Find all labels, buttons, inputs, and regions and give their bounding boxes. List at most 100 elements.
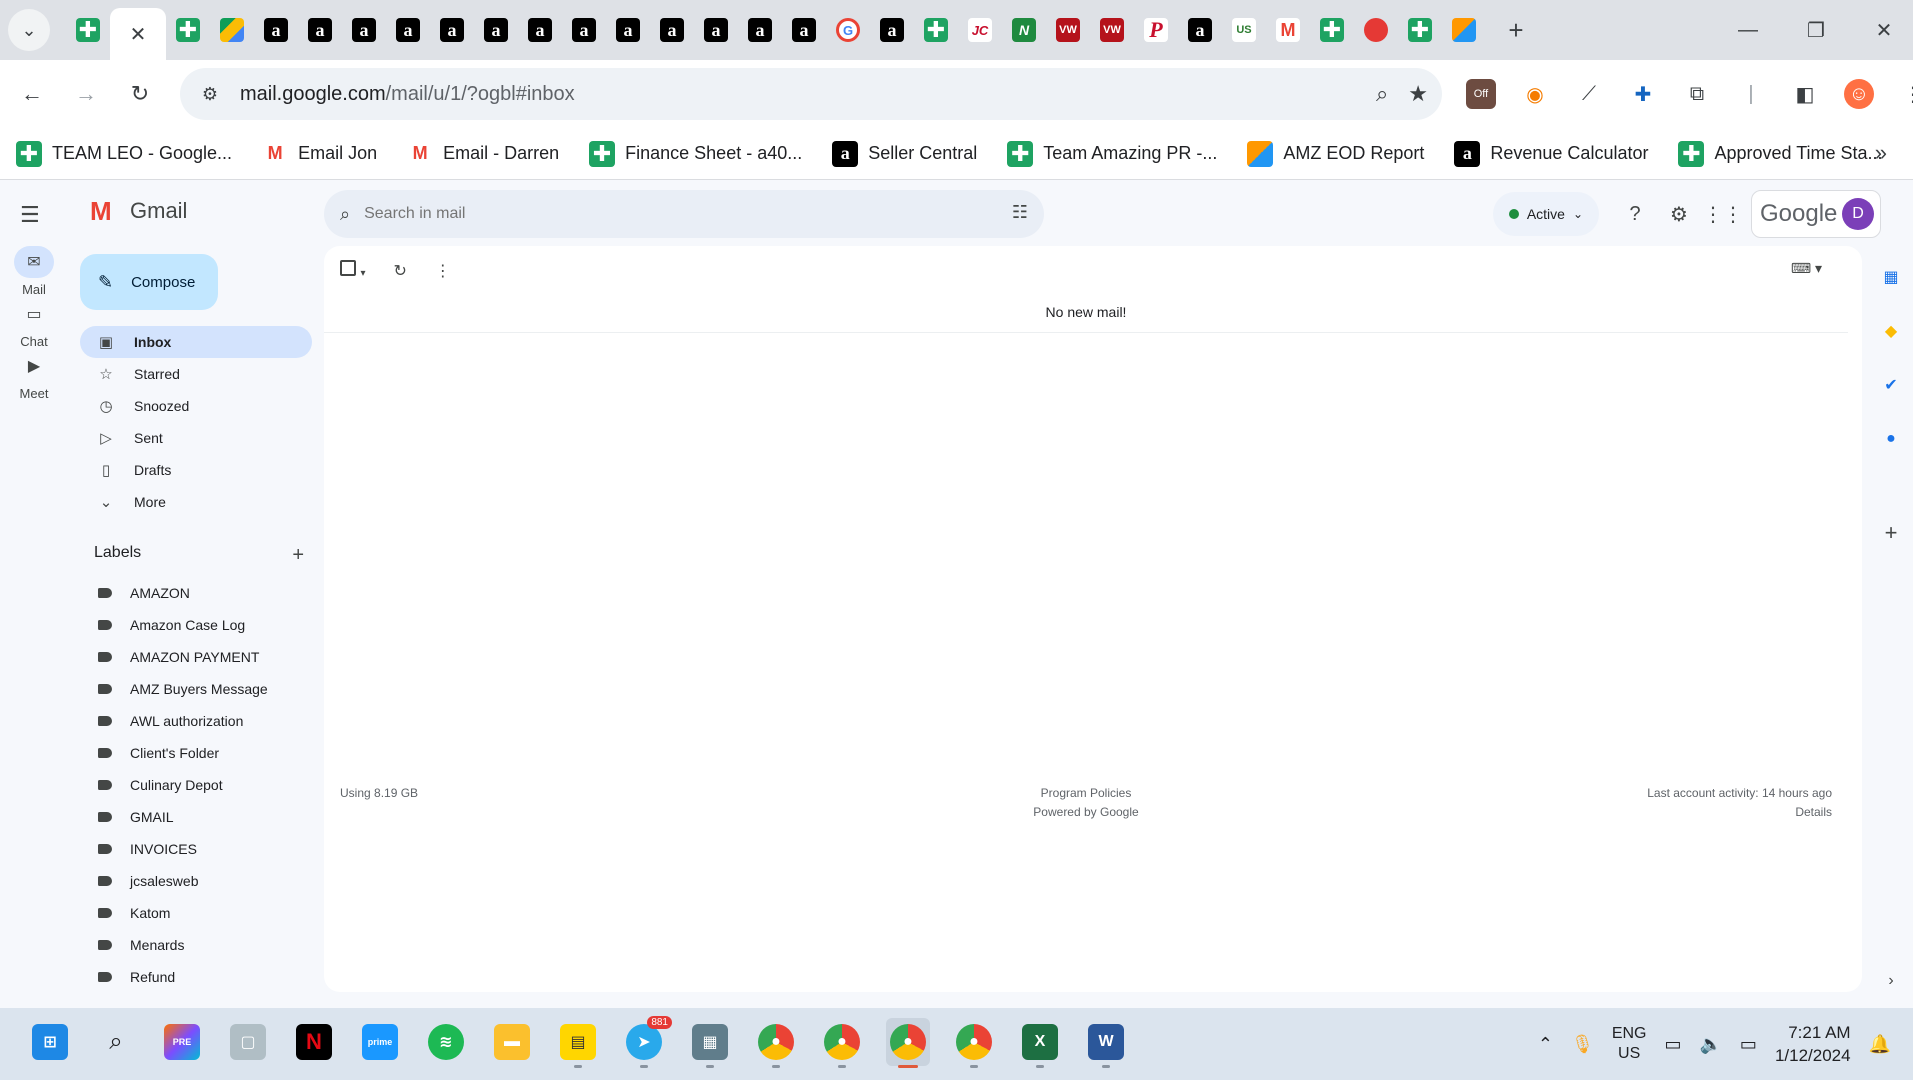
search-icon[interactable]: ⌕	[340, 204, 350, 225]
apps-grid-icon[interactable]: ⋮⋮	[1701, 192, 1745, 236]
browser-tab[interactable]: ✚	[66, 7, 110, 53]
label-item[interactable]: AMAZON PAYMENT	[98, 641, 308, 673]
bookmarks-overflow-icon[interactable]: »	[1875, 140, 1887, 166]
microphone-icon[interactable]: 🎙	[1571, 1034, 1594, 1055]
restore-button[interactable]: ❐	[1782, 0, 1850, 60]
label-item[interactable]: Katom	[98, 897, 308, 929]
search-options-icon[interactable]: ☷	[1012, 202, 1028, 223]
browser-menu-icon[interactable]: ⋮	[1898, 79, 1913, 109]
network-icon[interactable]: ▭	[1664, 1034, 1681, 1055]
address-bar[interactable]: ⚙ mail.google.com/mail/u/1/?ogbl#inbox ⌕…	[180, 68, 1442, 120]
more-options-icon[interactable]: ⋮	[435, 261, 451, 281]
browser-tab[interactable]: a	[474, 7, 518, 53]
puzzle-extensions-icon[interactable]: ⧉	[1682, 79, 1712, 109]
netflix-icon[interactable]: N	[292, 1018, 336, 1066]
pen-extension-icon[interactable]: ⟋	[1574, 79, 1604, 109]
main-menu-icon[interactable]: ☰	[20, 202, 40, 228]
chrome-profile-2-icon[interactable]: ●	[820, 1018, 864, 1068]
browser-tab[interactable]: JC	[958, 7, 1002, 53]
label-item[interactable]: AMZ Buyers Message	[98, 673, 308, 705]
bookmark-item[interactable]: AMZ EOD Report	[1247, 140, 1424, 167]
rail-item-chat[interactable]: ▭ Chat	[0, 298, 68, 349]
browser-tab[interactable]: P	[1134, 7, 1178, 53]
prime-video-icon[interactable]: prime	[358, 1018, 402, 1066]
bookmark-item[interactable]: a Revenue Calculator	[1454, 140, 1648, 167]
contacts-icon[interactable]: ●	[1878, 426, 1904, 452]
bookmark-item[interactable]: ✚ TEAM LEO - Google...	[16, 140, 232, 167]
browser-tab[interactable]: a	[870, 7, 914, 53]
nav-item-more[interactable]: ⌄ More	[80, 486, 312, 518]
account-button[interactable]: Google D	[1751, 190, 1881, 238]
browser-tab[interactable]	[210, 7, 254, 53]
nav-item-sent[interactable]: ▷ Sent	[80, 422, 312, 454]
back-button[interactable]: ←	[10, 72, 54, 116]
nav-item-drafts[interactable]: ▯ Drafts	[80, 454, 312, 486]
excel-icon[interactable]: X	[1018, 1018, 1062, 1068]
close-window-button[interactable]: ✕	[1850, 0, 1913, 60]
label-item[interactable]: Menards	[98, 929, 308, 961]
settings-gear-icon[interactable]: ⚙	[1657, 192, 1701, 236]
browser-tab[interactable]: US	[1222, 7, 1266, 53]
site-info-icon[interactable]: ⚙	[194, 78, 226, 110]
status-button[interactable]: Active ⌄	[1492, 192, 1599, 236]
notification-bell-icon[interactable]: 🔔	[1869, 1034, 1891, 1055]
reload-button[interactable]: ↻	[118, 72, 162, 116]
browser-tab[interactable]: a	[650, 7, 694, 53]
file-explorer-icon[interactable]: ▬	[490, 1018, 534, 1066]
bookmark-item[interactable]: M Email Jon	[262, 140, 377, 167]
help-icon[interactable]: ?	[1613, 192, 1657, 236]
browser-tab[interactable]: a	[606, 7, 650, 53]
search-input[interactable]	[364, 205, 965, 223]
expand-panel-icon[interactable]: ›	[1878, 968, 1904, 994]
browser-tab[interactable]: G	[826, 7, 870, 53]
browser-tab[interactable]: VW	[1046, 7, 1090, 53]
label-item[interactable]: Refund	[98, 961, 308, 993]
start-windows-icon[interactable]: ⊞	[28, 1018, 72, 1066]
bookmark-item[interactable]: ✚ Approved Time Sta...	[1678, 140, 1883, 167]
zoom-icon[interactable]: ⌕	[1376, 81, 1388, 107]
minimize-button[interactable]: —	[1714, 0, 1782, 60]
task-view-icon[interactable]: ▢	[226, 1018, 270, 1066]
new-tab-button[interactable]: +	[1496, 10, 1536, 50]
browser-tab[interactable]: a	[386, 7, 430, 53]
nav-item-snoozed[interactable]: ◷ Snoozed	[80, 390, 312, 422]
browser-tab[interactable]: a	[1178, 7, 1222, 53]
search-taskbar-icon[interactable]: ⌕	[94, 1018, 138, 1066]
browser-tab[interactable]: a	[562, 7, 606, 53]
browser-tab[interactable]: N	[1002, 7, 1046, 53]
label-item[interactable]: jcsalesweb	[98, 865, 308, 897]
bookmark-item[interactable]: ✚ Team Amazing PR -...	[1007, 140, 1217, 167]
browser-tab[interactable]	[1442, 7, 1486, 53]
program-policies-link[interactable]: Program Policies	[324, 786, 1848, 800]
chrome-icon[interactable]: ●	[754, 1018, 798, 1068]
chevron-up-icon[interactable]: ⌃	[1538, 1034, 1553, 1055]
compose-button[interactable]: ✎ Compose	[80, 254, 218, 310]
bookmark-item[interactable]: M Email - Darren	[407, 140, 559, 167]
browser-tab[interactable]: a	[254, 7, 298, 53]
nav-item-starred[interactable]: ☆ Starred	[80, 358, 312, 390]
bookmark-star-icon[interactable]: ★	[1408, 81, 1428, 107]
browser-tab[interactable]: M	[1266, 7, 1310, 53]
copilot-icon[interactable]: PRE	[160, 1018, 204, 1066]
volume-icon[interactable]: 🔈	[1700, 1034, 1722, 1055]
add-addon-icon[interactable]: +	[1878, 520, 1904, 546]
plus-extension-icon[interactable]: ✚	[1628, 79, 1658, 109]
browser-tab[interactable]: a	[298, 7, 342, 53]
profile-icon[interactable]: ☺	[1844, 79, 1874, 109]
browser-tab[interactable]: ✚	[1398, 7, 1442, 53]
tab-search-button[interactable]: ⌄	[8, 9, 50, 51]
browser-tab[interactable]: a	[430, 7, 474, 53]
browser-tab[interactable]: ✚	[1310, 7, 1354, 53]
calculator-icon[interactable]: ▦	[688, 1018, 732, 1068]
browser-tab[interactable]: ✚	[914, 7, 958, 53]
forward-button[interactable]: →	[64, 72, 108, 116]
browser-tab[interactable]: ✕	[110, 8, 166, 60]
browser-tab[interactable]: a	[342, 7, 386, 53]
gmail-logo[interactable]: M Gmail	[90, 198, 187, 224]
chrome-profile-3-icon[interactable]: ●	[886, 1018, 930, 1068]
browser-tab[interactable]: VW	[1090, 7, 1134, 53]
browser-tab[interactable]: a	[694, 7, 738, 53]
add-label-icon[interactable]: +	[292, 544, 304, 567]
input-tools-icon[interactable]: ⌨ ▾	[1791, 260, 1822, 277]
chrome-profile-4-icon[interactable]: ●	[952, 1018, 996, 1068]
